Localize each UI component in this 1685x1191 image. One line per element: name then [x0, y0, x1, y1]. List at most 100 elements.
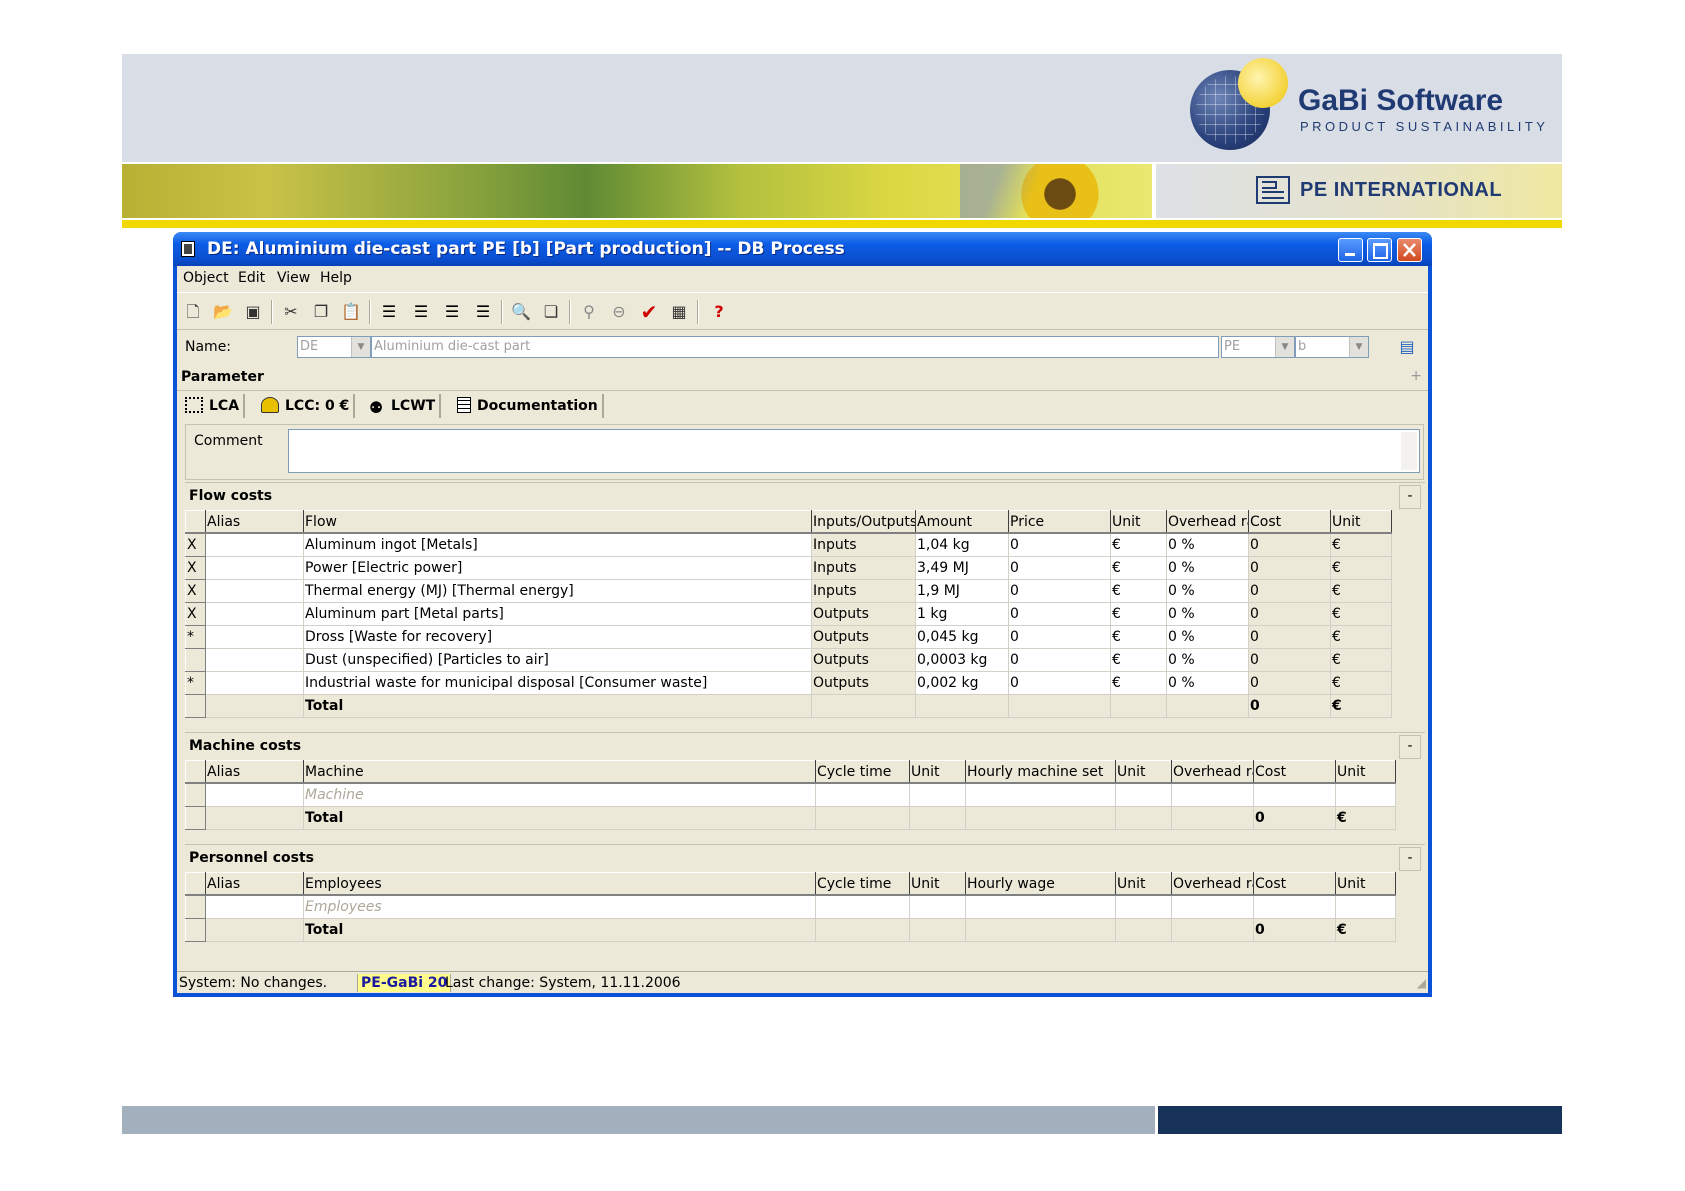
cell-flow[interactable]: Dross [Waste for recovery]	[303, 625, 812, 649]
new-document-icon[interactable]: 🗋	[183, 302, 203, 322]
cell-amount[interactable]: 0,0003 kg	[915, 648, 1009, 672]
column-header[interactable]	[185, 760, 206, 784]
tab-lcwt[interactable]: ⚉ LCWT	[367, 394, 442, 418]
column-header[interactable]: Unit	[1115, 760, 1172, 784]
column-header[interactable]: Flow	[303, 510, 812, 534]
column-header[interactable]: Unit	[1335, 872, 1396, 896]
column-header[interactable]: Hourly wage	[965, 872, 1116, 896]
table-row[interactable]: * Industrial waste for municipal disposal…	[185, 671, 1392, 695]
column-header[interactable]: Cost	[1248, 510, 1331, 534]
cell-io[interactable]: Inputs	[811, 556, 916, 580]
column-header[interactable]: Cycle time	[815, 760, 910, 784]
menu-view[interactable]: View	[277, 270, 310, 286]
cell-price[interactable]: 0	[1008, 648, 1111, 672]
column-header[interactable]: Unit	[1330, 510, 1392, 534]
cell-cost[interactable]: 0	[1248, 671, 1331, 695]
cell-io[interactable]: Inputs	[811, 579, 916, 603]
cell-cost[interactable]: 0	[1248, 579, 1331, 603]
menu-object[interactable]: Object	[183, 270, 229, 286]
collapse-personnel-costs-button[interactable]: -	[1399, 847, 1421, 871]
align-list-3-icon[interactable]: ☰	[442, 302, 462, 322]
column-header[interactable]: Unit	[1115, 872, 1172, 896]
cell-amount[interactable]: 1,9 MJ	[915, 579, 1009, 603]
cell-amount[interactable]: 1 kg	[915, 602, 1009, 626]
cell-flow[interactable]: Power [Electric power]	[303, 556, 812, 580]
column-header[interactable]: Alias	[205, 760, 304, 784]
cell-alias[interactable]	[205, 648, 304, 672]
table-row[interactable]: X Aluminum ingot [Metals] Inputs 1,04 kg 0 €0…	[185, 532, 1392, 557]
column-header[interactable]	[185, 510, 206, 534]
cell-price[interactable]: 0	[1008, 579, 1111, 603]
title-bar[interactable]: DE: Aluminium die-cast part PE [b] [Part…	[173, 232, 1432, 266]
cell-io[interactable]: Outputs	[811, 671, 916, 695]
cell-alias[interactable]	[205, 602, 304, 626]
minimize-button[interactable]	[1338, 238, 1363, 262]
parameter-bar[interactable]: Parameter +	[177, 366, 1428, 391]
cell-alias[interactable]	[205, 625, 304, 649]
country-select[interactable]: DE ▼	[297, 336, 371, 358]
column-header[interactable]: Unit	[909, 872, 966, 896]
column-header[interactable]: Employees	[303, 872, 816, 896]
comment-input[interactable]	[288, 429, 1420, 473]
cell-alias[interactable]	[205, 533, 304, 557]
cell-cost-unit[interactable]: €	[1330, 625, 1392, 649]
windows-icon[interactable]: ❏	[541, 302, 561, 322]
cell-unit[interactable]: €	[1110, 602, 1167, 626]
cell-cost-unit[interactable]: €	[1330, 648, 1392, 672]
cell-mark[interactable]: X	[185, 602, 206, 626]
cell-overhead[interactable]: 0 %	[1166, 625, 1249, 649]
cell-unit[interactable]: €	[1110, 556, 1167, 580]
align-list-4-icon[interactable]: ☰	[473, 302, 493, 322]
comment-scrollbar[interactable]	[1401, 432, 1417, 470]
tab-documentation[interactable]: Documentation	[457, 394, 604, 418]
table-row[interactable]: Employees	[185, 894, 1396, 919]
column-header[interactable]: Overhead ra	[1171, 872, 1254, 896]
column-header[interactable]: Unit	[1335, 760, 1396, 784]
expand-icon[interactable]: +	[1410, 368, 1422, 384]
cell-cost[interactable]: 0	[1248, 556, 1331, 580]
cell-overhead[interactable]: 0 %	[1166, 579, 1249, 603]
cell-alias[interactable]	[205, 579, 304, 603]
cell-flow[interactable]: Thermal energy (MJ) [Thermal energy]	[303, 579, 812, 603]
cell-unit[interactable]: €	[1110, 648, 1167, 672]
resize-grip-icon[interactable]: ◢	[1417, 976, 1426, 990]
cell-price[interactable]: 0	[1008, 533, 1111, 557]
column-header[interactable]: Machine	[303, 760, 816, 784]
machine-placeholder[interactable]: Machine	[303, 783, 816, 807]
cut-icon[interactable]: ✂	[281, 302, 301, 322]
column-header[interactable]	[185, 872, 206, 896]
collapse-flow-costs-button[interactable]: -	[1399, 485, 1421, 509]
open-folder-icon[interactable]: 📂	[213, 302, 233, 322]
table-row[interactable]: * Dross [Waste for recovery] Outputs 0,045 …	[185, 625, 1392, 649]
help-icon[interactable]: ?	[709, 302, 729, 322]
collapse-machine-costs-button[interactable]: -	[1399, 735, 1421, 759]
close-button[interactable]	[1397, 238, 1422, 262]
cell-cost-unit[interactable]: €	[1330, 579, 1392, 603]
cell-flow[interactable]: Aluminum part [Metal parts]	[303, 602, 812, 626]
cell-alias[interactable]	[205, 671, 304, 695]
link-icon[interactable]: ⊖	[609, 302, 629, 322]
column-header[interactable]: Overhead ra	[1166, 510, 1249, 534]
cell-price[interactable]: 0	[1008, 625, 1111, 649]
column-header[interactable]: Hourly machine set	[965, 760, 1116, 784]
column-header[interactable]: Unit	[1110, 510, 1167, 534]
employees-placeholder[interactable]: Employees	[303, 895, 816, 919]
cell-io[interactable]: Inputs	[811, 533, 916, 557]
cell-io[interactable]: Outputs	[811, 602, 916, 626]
column-header[interactable]: Cycle time	[815, 872, 910, 896]
cell-cost-unit[interactable]: €	[1330, 533, 1392, 557]
cell-unit[interactable]: €	[1110, 671, 1167, 695]
cell-cost[interactable]: 0	[1248, 533, 1331, 557]
save-icon[interactable]: ▣	[243, 302, 263, 322]
menu-help[interactable]: Help	[320, 270, 352, 286]
cell-price[interactable]: 0	[1008, 671, 1111, 695]
source-select[interactable]: PE ▼	[1221, 336, 1295, 358]
align-list-2-icon[interactable]: ☰	[411, 302, 431, 322]
table-row[interactable]: Machine	[185, 782, 1396, 807]
cell-mark[interactable]: X	[185, 579, 206, 603]
cell-overhead[interactable]: 0 %	[1166, 671, 1249, 695]
paste-icon[interactable]: 📋	[341, 302, 361, 322]
cell-io[interactable]: Outputs	[811, 625, 916, 649]
tab-lcc[interactable]: LCC: 0 €	[261, 394, 356, 418]
cell-price[interactable]: 0	[1008, 556, 1111, 580]
